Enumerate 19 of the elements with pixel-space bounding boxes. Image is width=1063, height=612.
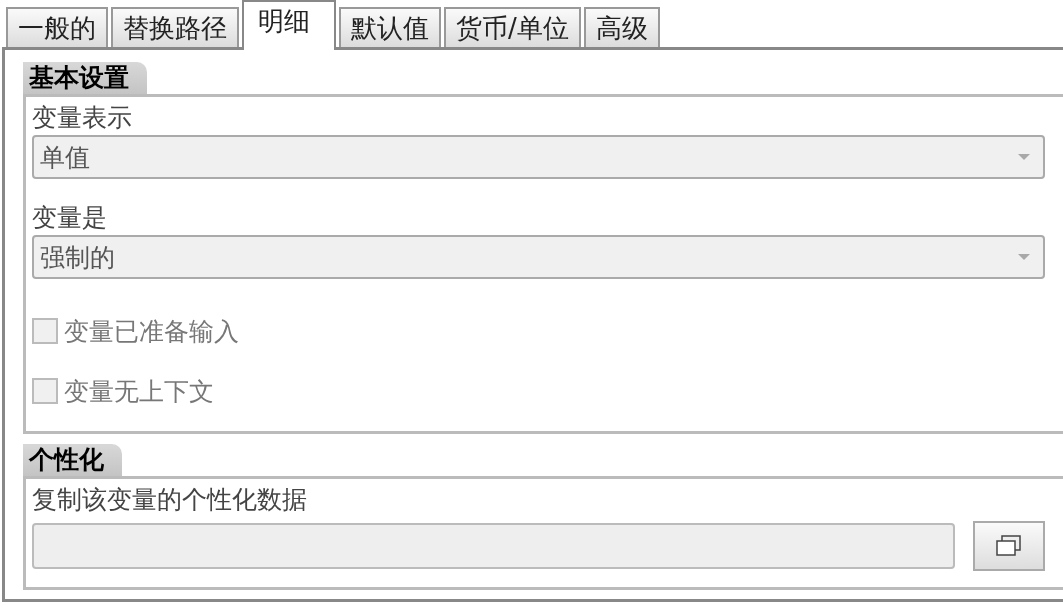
- field-label: 变量表示: [32, 102, 133, 134]
- caret-icon: [1017, 153, 1031, 161]
- tab[interactable]: 高级: [583, 7, 660, 47]
- field-label: 复制该变量的个性化数据: [32, 484, 308, 516]
- tab[interactable]: 默认值: [339, 7, 441, 47]
- field-label: 变量是: [32, 202, 108, 234]
- tab[interactable]: 一般的: [6, 7, 108, 47]
- tab[interactable]: 明细: [242, 0, 336, 50]
- caret-icon: [1017, 253, 1031, 261]
- tab[interactable]: 替换路径: [111, 7, 239, 47]
- checkbox-label: 变量无上下文: [64, 375, 214, 408]
- section-title: 个性化: [23, 444, 122, 476]
- section-title: 基本设置: [23, 62, 147, 94]
- copy-button[interactable]: [973, 521, 1045, 571]
- dropdown[interactable]: 强制的: [32, 235, 1045, 279]
- dropdown[interactable]: 单值: [32, 135, 1045, 179]
- tab[interactable]: 货币/单位: [444, 7, 581, 47]
- copy-icon: [994, 534, 1024, 558]
- checkbox-label: 变量已准备输入: [64, 315, 239, 348]
